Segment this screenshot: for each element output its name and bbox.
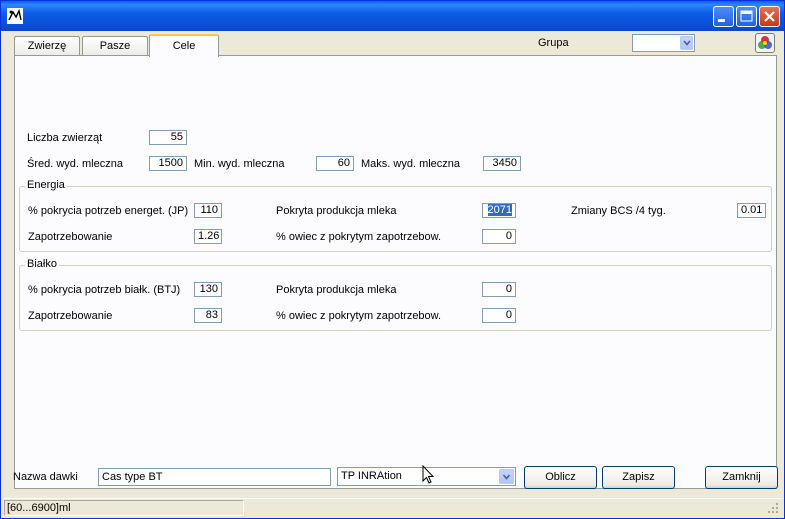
maximize-button[interactable] <box>736 6 757 27</box>
bialko-owce-field[interactable]: 0 <box>482 308 516 323</box>
tab-pasze[interactable]: Pasze <box>82 36 148 56</box>
energia-owce-label: % owiec z pokrytym zapotrzebow. <box>276 231 442 243</box>
close-button[interactable] <box>759 6 780 27</box>
bialko-zapotrzebowanie-label: Zapotrzebowanie <box>28 310 113 322</box>
color-wheel-icon <box>758 36 772 49</box>
min-wyd-field[interactable]: 60 <box>316 156 354 171</box>
zapisz-button[interactable]: Zapisz <box>602 466 675 489</box>
bialko-title: Białko <box>25 258 59 270</box>
oblicz-button[interactable]: Oblicz <box>524 466 597 489</box>
chevron-down-icon[interactable] <box>499 469 514 484</box>
main-window: Zwierzę Pasze Cele Grupa Liczba zwierząt… <box>0 0 785 519</box>
tab-zwierze[interactable]: Zwierzę <box>14 36 80 56</box>
status-text: [60...6900]ml <box>4 500 244 516</box>
bcs-field[interactable]: 0.01 <box>737 203 766 218</box>
minimize-icon <box>718 19 725 22</box>
liczba-zwierzat-label: Liczba zwierząt <box>27 132 103 144</box>
maks-wyd-label: Maks. wyd. mleczna <box>361 158 461 170</box>
bialko-pokrycie-label: % pokrycia potrzeb białk. (BTJ) <box>28 284 181 296</box>
liczba-zwierzat-field[interactable]: 55 <box>149 130 187 145</box>
energia-produkcja-label: Pokryta produkcja mleka <box>276 205 397 217</box>
resize-grip-icon[interactable] <box>767 502 779 514</box>
energia-title: Energia <box>25 179 67 191</box>
nazwa-dawki-field[interactable]: Cas type BT <box>98 468 331 486</box>
chevron-down-icon[interactable] <box>680 36 693 50</box>
bialko-zapotrzebowanie-field[interactable]: 83 <box>194 308 222 323</box>
cele-panel: Liczba zwierząt 55 Śred. wyd. mleczna 15… <box>14 55 777 489</box>
mouse-cursor-icon <box>422 465 435 484</box>
close-icon <box>764 11 775 22</box>
grupa-select[interactable] <box>632 34 695 52</box>
energia-produkcja-field[interactable]: 2071 <box>482 203 516 218</box>
energia-zapotrzebowanie-label: Zapotrzebowanie <box>28 231 113 243</box>
tab-cele[interactable]: Cele <box>149 34 219 57</box>
energia-produkcja-value: 2071 <box>487 204 512 216</box>
nazwa-dawki-label: Nazwa dawki <box>13 471 78 483</box>
maximize-icon <box>740 10 753 22</box>
client-area: Zwierzę Pasze Cele Grupa Liczba zwierząt… <box>4 31 781 496</box>
status-bar: [60...6900]ml <box>4 498 781 516</box>
minimize-button[interactable] <box>713 6 734 27</box>
bialko-pokrycie-field[interactable]: 130 <box>194 282 222 297</box>
title-bar[interactable] <box>1 1 784 31</box>
zamknij-button[interactable]: Zamknij <box>705 466 778 489</box>
bcs-label: Zmiany BCS /4 tyg. <box>571 205 666 217</box>
sred-wyd-field[interactable]: 1500 <box>149 156 187 171</box>
bialko-produkcja-field[interactable]: 0 <box>482 282 516 297</box>
bialko-produkcja-label: Pokryta produkcja mleka <box>276 284 397 296</box>
energia-pokrycie-label: % pokrycia potrzeb energet. (JP) <box>28 205 189 217</box>
energia-pokrycie-field[interactable]: 110 <box>194 203 222 218</box>
energia-group: Energia % pokrycia potrzeb energet. (JP)… <box>19 179 772 252</box>
energia-zapotrzebowanie-field[interactable]: 1.26 <box>194 229 222 244</box>
model-select-value: TP INRAtion <box>341 470 402 482</box>
min-wyd-label: Min. wyd. mleczna <box>194 158 285 170</box>
app-icon[interactable] <box>7 8 23 24</box>
energia-owce-field[interactable]: 0 <box>482 229 516 244</box>
maks-wyd-field[interactable]: 3450 <box>483 156 521 171</box>
bialko-owce-label: % owiec z pokrytym zapotrzebow. <box>276 310 442 322</box>
bialko-group: Białko % pokrycia potrzeb białk. (BTJ) 1… <box>19 258 772 331</box>
color-wheel-button[interactable] <box>755 33 775 53</box>
sred-wyd-label: Śred. wyd. mleczna <box>27 158 123 170</box>
grupa-label: Grupa <box>538 37 569 49</box>
